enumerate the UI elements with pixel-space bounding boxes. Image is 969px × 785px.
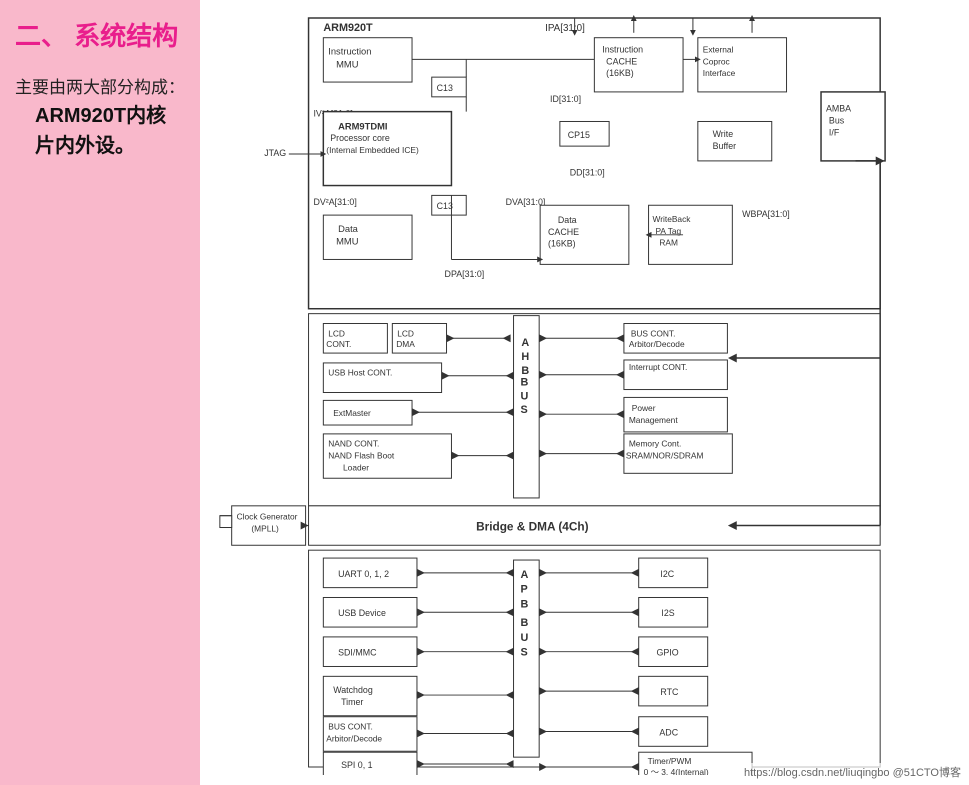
svg-text:Timer/PWM: Timer/PWM (648, 756, 692, 766)
svg-text:Data: Data (338, 224, 359, 234)
svg-text:Arbitor/Decode: Arbitor/Decode (326, 733, 382, 743)
svg-text:I/F: I/F (829, 127, 840, 137)
svg-text:Loader: Loader (343, 462, 369, 472)
svg-text:CP15: CP15 (568, 130, 590, 140)
svg-text:SRAM/NOR/SDRAM: SRAM/NOR/SDRAM (626, 451, 704, 461)
section-title: 二、 系统结构 (15, 20, 185, 54)
svg-text:Timer: Timer (341, 697, 363, 707)
svg-text:(MPLL): (MPLL) (251, 523, 279, 533)
svg-text:S: S (520, 647, 527, 659)
section-desc-bold: ARM920T内核 片内外设。 (35, 101, 185, 161)
svg-text:NAND Flash Boot: NAND Flash Boot (328, 451, 395, 461)
svg-text:(16KB): (16KB) (548, 239, 576, 249)
svg-text:U: U (520, 632, 528, 644)
svg-text:RTC: RTC (660, 687, 679, 697)
svg-text:DMA: DMA (396, 339, 415, 349)
svg-text:BUS CONT.: BUS CONT. (328, 722, 373, 732)
svg-text:RAM: RAM (659, 238, 678, 248)
svg-text:ExtMaster: ExtMaster (333, 408, 371, 418)
svg-text:JTAG: JTAG (264, 148, 286, 158)
svg-text:DPA[31:0]: DPA[31:0] (445, 269, 485, 279)
svg-text:Memory Cont.: Memory Cont. (629, 439, 682, 449)
svg-text:Coproc: Coproc (703, 56, 730, 66)
svg-text:ARM9TDMI: ARM9TDMI (338, 121, 387, 131)
svg-text:B: B (520, 598, 528, 610)
svg-text:Data: Data (558, 215, 577, 225)
svg-text:Management: Management (629, 415, 678, 425)
svg-text:B: B (520, 617, 528, 629)
svg-text:Instruction: Instruction (602, 44, 643, 54)
svg-text:C13: C13 (437, 201, 453, 211)
svg-text:CONT.: CONT. (326, 339, 351, 349)
svg-text:C13: C13 (437, 83, 453, 93)
svg-text:MMU: MMU (336, 59, 359, 69)
section-desc: 主要由两大部分构成： (15, 74, 185, 101)
svg-text:I2S: I2S (661, 608, 674, 618)
svg-text:USB Device: USB Device (338, 608, 386, 618)
svg-text:ADC: ADC (659, 727, 678, 737)
svg-text:I2C: I2C (660, 569, 674, 579)
arch-svg: ARM920T IPA[31:0] Instruction MMU Instru… (210, 10, 959, 775)
svg-text:Interface: Interface (703, 68, 736, 78)
svg-text:A: A (521, 337, 529, 349)
svg-text:DVA[31:0]: DVA[31:0] (506, 197, 546, 207)
svg-text:WBPA[31:0]: WBPA[31:0] (742, 209, 790, 219)
svg-text:Clock Generator: Clock Generator (237, 512, 298, 522)
svg-text:ID[31:0]: ID[31:0] (550, 94, 581, 104)
svg-text:S: S (520, 404, 527, 416)
architecture-diagram: ARM920T IPA[31:0] Instruction MMU Instru… (210, 10, 959, 775)
svg-text:SPI 0, 1: SPI 0, 1 (341, 760, 373, 770)
svg-text:A: A (520, 569, 528, 581)
svg-text:(16KB): (16KB) (606, 68, 634, 78)
svg-text:P: P (520, 584, 527, 596)
svg-text:MMU: MMU (336, 237, 359, 247)
svg-text:CACHE: CACHE (548, 227, 579, 237)
svg-text:LCD: LCD (328, 328, 345, 338)
svg-text:Bridge & DMA (4Ch): Bridge & DMA (4Ch) (476, 519, 588, 533)
svg-text:WriteBack: WriteBack (653, 214, 692, 224)
svg-text:SDI/MMC: SDI/MMC (338, 648, 377, 658)
svg-text:H: H (521, 351, 529, 363)
svg-text:GPIO: GPIO (656, 648, 678, 658)
svg-text:Power: Power (632, 403, 656, 413)
svg-text:IPA[31:0]: IPA[31:0] (545, 23, 585, 34)
svg-text:Watchdog: Watchdog (333, 685, 373, 695)
svg-text:U: U (520, 390, 528, 402)
svg-text:(Internal Embedded ICE): (Internal Embedded ICE) (326, 145, 419, 155)
svg-text:DV²A[31:0]: DV²A[31:0] (313, 197, 356, 207)
svg-text:Arbitor/Decode: Arbitor/Decode (629, 339, 685, 349)
svg-text:Interrupt CONT.: Interrupt CONT. (629, 362, 688, 372)
svg-text:DD[31:0]: DD[31:0] (570, 168, 605, 178)
svg-text:Buffer: Buffer (713, 141, 737, 151)
right-panel: ARM920T IPA[31:0] Instruction MMU Instru… (200, 0, 969, 785)
left-panel: 二、 系统结构 主要由两大部分构成： ARM920T内核 片内外设。 (0, 0, 200, 785)
watermark: https://blog.csdn.net/liuqingbo @51CTO博客 (740, 763, 965, 781)
svg-text:ARM920T: ARM920T (323, 22, 373, 34)
svg-text:B: B (521, 365, 529, 377)
svg-text:BUS CONT.: BUS CONT. (631, 328, 676, 338)
svg-text:Write: Write (713, 129, 734, 139)
svg-text:Processor core: Processor core (330, 133, 390, 143)
svg-text:B: B (520, 377, 528, 389)
svg-text:USB Host CONT.: USB Host CONT. (328, 368, 392, 378)
svg-text:Instruction: Instruction (328, 46, 371, 56)
svg-text:NAND CONT.: NAND CONT. (328, 439, 379, 449)
svg-text:External: External (703, 44, 734, 54)
svg-text:UART 0, 1, 2: UART 0, 1, 2 (338, 569, 389, 579)
svg-text:Bus: Bus (829, 115, 845, 125)
svg-text:AMBA: AMBA (826, 104, 851, 114)
svg-text:0 ～ 3, 4(Internal): 0 ～ 3, 4(Internal) (644, 767, 709, 775)
svg-text:CACHE: CACHE (606, 56, 637, 66)
svg-text:LCD: LCD (397, 328, 414, 338)
